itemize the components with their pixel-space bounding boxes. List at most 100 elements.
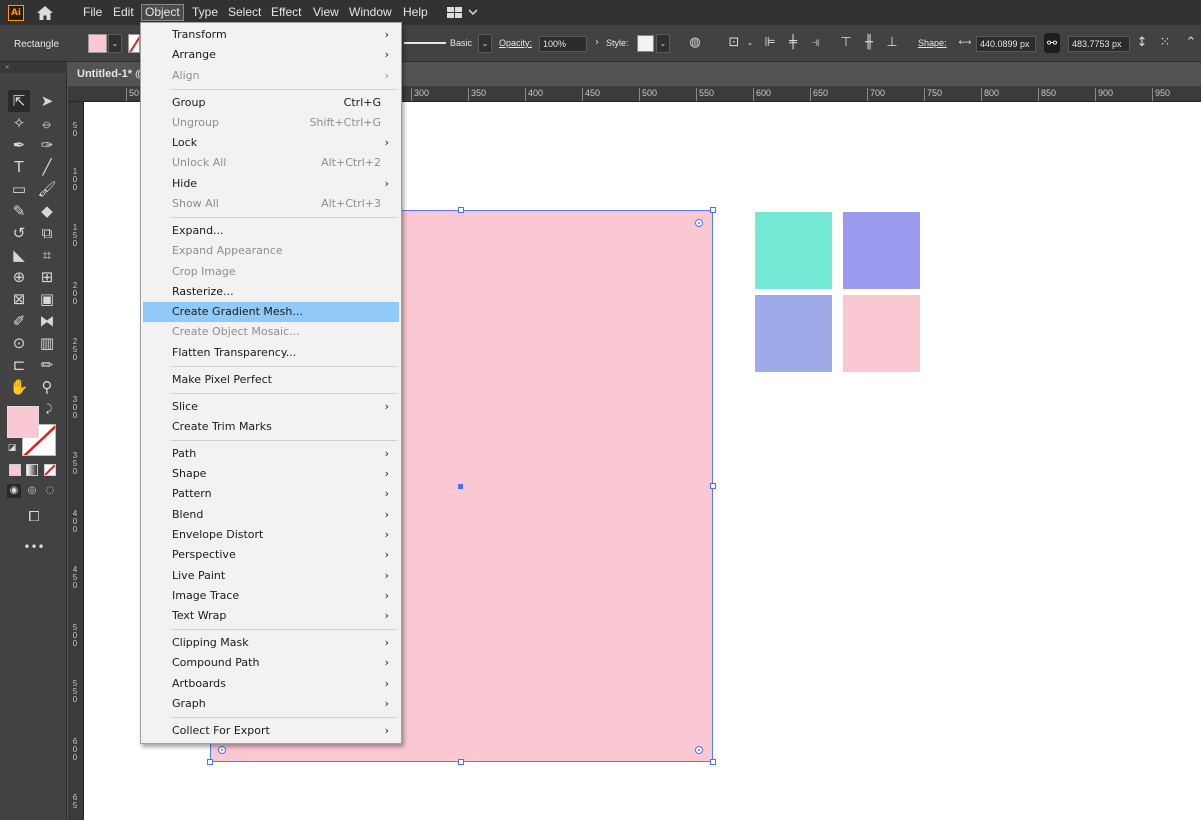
blend-tool-icon[interactable]: ⧓ [36,310,58,332]
menu-item-create-trim-marks[interactable]: Create Trim Marks [143,417,399,437]
resize-handle-top-right[interactable] [710,207,716,213]
opacity-label[interactable]: Opacity: [499,38,532,48]
shape-label[interactable]: Shape: [918,38,947,48]
shape-builder-tool-icon[interactable]: ⊕ [8,266,30,288]
draw-normal-icon[interactable]: ◉ [7,484,21,498]
menu-edit[interactable]: Edit [110,4,137,21]
menu-select[interactable]: Select [225,4,264,21]
document-tab-title[interactable]: Untitled-1* @ [77,68,146,80]
draw-behind-icon[interactable]: ◎ [25,484,39,498]
menu-item-path[interactable]: Path › [143,444,399,464]
type-tool-icon[interactable]: T [8,156,30,178]
align-to-dropdown-icon[interactable]: ⌄ [742,35,758,51]
menu-help[interactable]: Help [400,4,431,21]
corner-radius-widget[interactable] [695,746,703,754]
menu-item-expand-appearance[interactable]: Expand Appearance [143,241,399,261]
change-screen-mode-icon[interactable]: ⧠ [23,506,45,528]
align-top-icon[interactable]: ⊤ [838,35,854,51]
swap-fill-stroke-icon[interactable]: ⤸ [42,402,56,416]
column-graph-tool-icon[interactable]: ▥ [36,332,58,354]
opacity-arrow-icon[interactable]: › [589,35,605,51]
constrain-proportions-icon[interactable]: ⚯ [1044,33,1060,53]
menu-item-pattern[interactable]: Pattern › [143,484,399,504]
menu-object[interactable]: Object [141,4,184,21]
paintbrush-tool-icon[interactable]: 🖌 [36,178,58,200]
menu-window[interactable]: Window [346,4,395,21]
vertical-ruler[interactable]: 5 0 1 0 0 1 5 0 2 0 0 2 5 0 3 0 0 3 5 0 … [68,102,84,820]
menu-item-group[interactable]: Group Ctrl+G [143,93,399,113]
menu-item-hide[interactable]: Hide › [143,174,399,194]
corner-radius-widget[interactable] [695,219,703,227]
menu-item-transform[interactable]: Transform › [143,25,399,45]
eraser-tool-icon[interactable]: ◆ [36,200,58,222]
resize-handle-bottom-left[interactable] [207,759,213,765]
menu-item-envelope-distort[interactable]: Envelope Distort › [143,525,399,545]
recolor-artwork-icon[interactable]: ◍ [687,35,703,51]
gradient-mode-icon[interactable] [26,464,38,476]
menu-item-lock[interactable]: Lock › [143,133,399,153]
menu-file[interactable]: File [80,4,105,21]
menu-item-align[interactable]: Align › [143,66,399,86]
graphic-style-swatch[interactable] [637,35,654,52]
menu-item-make-pixel-perfect[interactable]: Make Pixel Perfect [143,370,399,390]
stroke-color-swatch[interactable] [128,34,140,53]
tools-panel-collapse-handle[interactable]: « [0,62,67,73]
menu-item-arrange[interactable]: Arrange › [143,45,399,65]
align-horizontal-center-icon[interactable]: ╪ [785,35,801,51]
width-tool-icon[interactable]: ◣ [8,244,30,266]
selection-tool-icon[interactable]: ⇱ [8,90,30,112]
height-input[interactable]: 483.7753 px [1068,36,1130,52]
pen-tool-icon[interactable]: ✒ [8,134,30,156]
corner-radius-widget[interactable] [218,746,226,754]
direct-selection-tool-icon[interactable]: ➤ [36,90,58,112]
edit-toolbar-icon[interactable]: ••• [23,536,45,558]
fill-color-swatch[interactable] [88,34,107,53]
menu-item-perspective[interactable]: Perspective › [143,545,399,565]
align-bottom-icon[interactable]: ⊥ [884,35,900,51]
stroke-profile-dropdown[interactable]: ⌄ [478,34,492,53]
menu-item-collect-for-export[interactable]: Collect For Export › [143,721,399,741]
align-vertical-center-icon[interactable]: ╫ [861,35,877,51]
more-options-icon[interactable]: ⌃ [1183,35,1199,51]
mint-square[interactable] [755,212,832,289]
style-dropdown-button[interactable]: ⌄ [656,34,670,53]
menu-item-expand[interactable]: Expand... [143,221,399,241]
perspective-grid-tool-icon[interactable]: ⊞ [36,266,58,288]
pink-square[interactable] [843,295,920,372]
fill-dropdown-button[interactable]: ⌄ [108,34,122,53]
menu-effect[interactable]: Effect [268,4,304,21]
menu-item-slice[interactable]: Slice › [143,397,399,417]
menu-item-show-all[interactable]: Show All Alt+Ctrl+3 [143,194,399,214]
menu-item-rasterize[interactable]: Rasterize... [143,282,399,302]
menu-item-compound-path[interactable]: Compound Path › [143,653,399,673]
slice-tool-icon[interactable]: ✏ [36,354,58,376]
workspace-switcher-icon[interactable] [447,7,479,19]
resize-handle-top[interactable] [458,207,464,213]
menu-item-ungroup[interactable]: Ungroup Shift+Ctrl+G [143,113,399,133]
menu-item-shape[interactable]: Shape › [143,464,399,484]
none-mode-icon[interactable] [44,464,56,476]
curvature-tool-icon[interactable]: ✑ [36,134,58,156]
scale-tool-icon[interactable]: ⧉ [36,222,58,244]
align-left-icon[interactable]: ⊫ [762,35,778,51]
free-transform-tool-icon[interactable]: ⌗ [36,244,58,266]
magic-wand-tool-icon[interactable]: ✧ [8,112,30,134]
line-tool-icon[interactable]: ╱ [36,156,58,178]
lasso-tool-icon[interactable]: ⦵ [36,112,58,134]
menu-item-live-paint[interactable]: Live Paint › [143,566,399,586]
resize-handle-bottom-right[interactable] [710,759,716,765]
menu-item-artboards[interactable]: Artboards › [143,674,399,694]
align-to-icon[interactable]: ⊡ [726,35,742,51]
violet-square[interactable] [843,212,920,289]
home-icon[interactable] [37,6,53,20]
resize-handle-bottom[interactable] [458,759,464,765]
default-fill-stroke-icon[interactable]: ◪ [6,442,18,454]
resize-handle-right[interactable] [710,483,716,489]
menu-item-flatten-transparency[interactable]: Flatten Transparency... [143,343,399,363]
menu-item-text-wrap[interactable]: Text Wrap › [143,606,399,626]
menu-item-crop-image[interactable]: Crop Image [143,262,399,282]
rectangle-tool-icon[interactable]: ▭ [8,178,30,200]
menu-view[interactable]: View [310,4,342,21]
hand-tool-icon[interactable]: ✋ [8,376,30,398]
mesh-tool-icon[interactable]: ⊠ [8,288,30,310]
